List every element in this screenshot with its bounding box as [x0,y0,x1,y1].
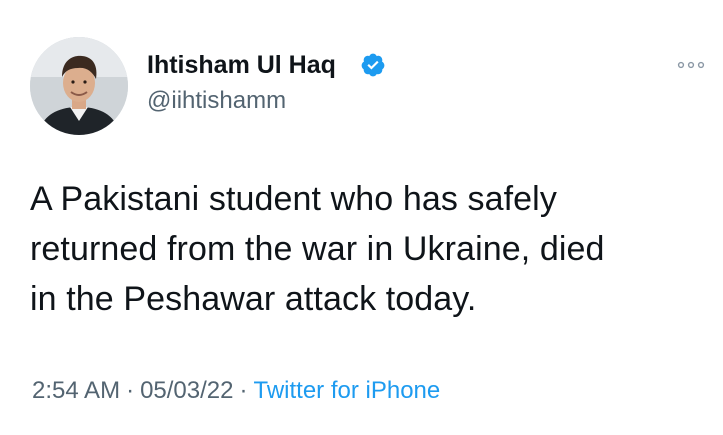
author-handle[interactable]: @iihtishamm [147,86,286,116]
tweet-card: Ihtisham Ul Haq @iihtishamm A Pakistani … [0,0,723,435]
author-display-name[interactable]: Ihtisham Ul Haq [147,50,336,80]
tweet-text: A Pakistani student who has safely retur… [30,174,710,324]
meta-separator: · [126,377,135,404]
tweet-text-line: in the Peshawar attack today. [30,280,477,318]
verified-badge-icon [361,53,385,77]
meta-separator: · [239,377,248,404]
tweet-text-line: returned from the war in Ukraine, died [30,230,605,268]
avatar[interactable] [30,37,128,135]
avatar-image [30,37,128,135]
tweet-date[interactable]: 05/03/22 [140,377,233,404]
tweet-text-line: A Pakistani student who has safely [30,180,557,218]
tweet-source-link[interactable]: Twitter for iPhone [253,377,440,404]
tweet-time[interactable]: 2:54 AM [32,377,120,404]
tweet-meta: 2:54 AM · 05/03/22 · Twitter for iPhone [32,376,440,406]
more-options-icon[interactable] [676,58,706,72]
